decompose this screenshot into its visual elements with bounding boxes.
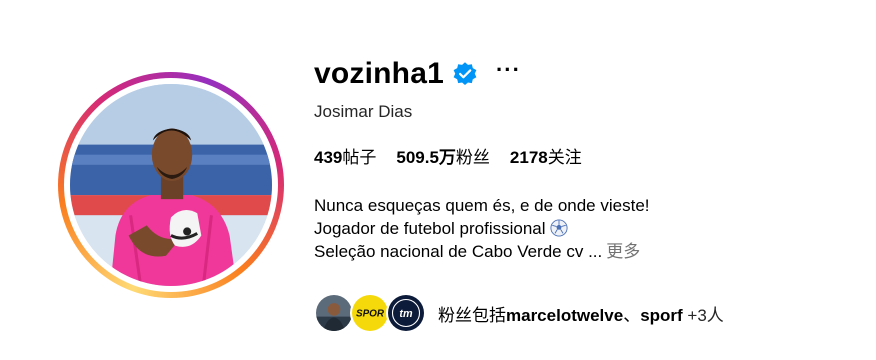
follower-avatar-3: tm <box>386 293 426 333</box>
posts-value: 439 <box>314 148 343 167</box>
posts-count[interactable]: 439帖子 <box>314 143 376 168</box>
tm-logo-text: tm <box>399 308 413 320</box>
followed-by-prefix: 粉丝包括 <box>438 305 506 325</box>
followers-value: 509.5万 <box>396 148 456 167</box>
soccer-ball-icon <box>549 219 568 237</box>
profile-stats: 439帖子 509.5万粉丝 2178关注 <box>314 143 582 168</box>
follower-name-2[interactable]: sporf <box>640 306 683 325</box>
following-value: 2178 <box>509 148 548 167</box>
followed-by[interactable]: SPOR tm 粉丝包括marcelotwelve、sporf +3人 <box>314 292 724 334</box>
verified-badge-icon <box>452 61 478 87</box>
bio-line-2: Jogador de futebol profissional <box>314 217 650 240</box>
profile-avatar[interactable] <box>58 72 284 298</box>
bio-more-link[interactable]: 更多 <box>606 242 640 261</box>
followed-by-text: 粉丝包括marcelotwelve、sporf +3人 <box>438 301 724 326</box>
profile-header: vozinha1 ··· Josimar Dias 439帖子 509.5万粉丝… <box>0 0 876 360</box>
sporf-logo-text: SPOR <box>356 309 385 320</box>
followers-count[interactable]: 509.5万粉丝 <box>396 143 490 168</box>
followed-by-separator: 、 <box>623 305 641 325</box>
following-label: 关注 <box>547 148 582 167</box>
following-count[interactable]: 2178关注 <box>510 143 582 168</box>
more-options-icon[interactable]: ··· <box>496 59 521 81</box>
bio: Nunca esqueças quem és, e de onde vieste… <box>314 194 650 263</box>
follower-name-1[interactable]: marcelotwelve <box>506 306 623 325</box>
bio-line-3-text: Seleção nacional de Cabo Verde cv ... <box>314 242 603 261</box>
username-row: vozinha1 ··· <box>314 56 521 92</box>
bio-line-3: Seleção nacional de Cabo Verde cv ... 更多 <box>314 240 650 263</box>
bio-line-2-text: Jogador de futebol profissional <box>314 219 546 238</box>
avatar-border <box>64 78 278 292</box>
posts-label: 帖子 <box>342 148 377 167</box>
avatar-photo <box>70 84 272 286</box>
bio-line-1: Nunca esqueças quem és, e de onde vieste… <box>314 196 650 215</box>
full-name: Josimar Dias <box>314 102 413 121</box>
followed-by-extra: +3人 <box>682 305 724 325</box>
follower-avatar-2: SPOR <box>350 293 390 333</box>
username[interactable]: vozinha1 <box>314 57 444 91</box>
followers-label: 粉丝 <box>455 148 490 167</box>
follower-avatars: SPOR tm <box>314 293 426 333</box>
follower-avatar-1 <box>314 293 354 333</box>
